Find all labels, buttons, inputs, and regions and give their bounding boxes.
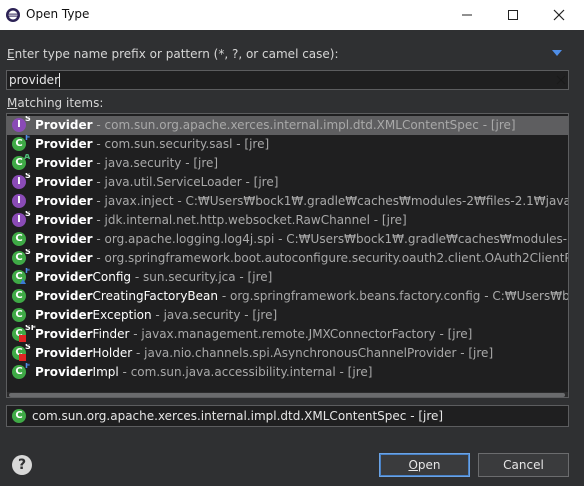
- list-item[interactable]: C F Provider - com.sun.security.sasl - [jr…: [7, 135, 568, 154]
- title-bar: Open Type: [0, 0, 584, 30]
- type-qualifier: - org.springframework.beans.factory.conf…: [221, 289, 568, 303]
- view-menu-icon[interactable]: [551, 49, 563, 57]
- class-icon: CF: [12, 268, 30, 284]
- close-icon: [553, 9, 565, 21]
- type-qualifier: - org.springframework.boot.autoconfigure…: [96, 251, 568, 265]
- type-name: ProviderException - java.security - [jre…: [35, 308, 278, 322]
- status-text: com.sun.org.apache.xerces.internal.impl.…: [32, 409, 444, 423]
- class-icon: C: [12, 409, 26, 423]
- help-icon[interactable]: ?: [12, 455, 32, 475]
- modifier-overlay-icon: S: [25, 249, 31, 256]
- modifier-overlay-icon: F: [25, 363, 31, 370]
- list-item[interactable]: C S ProviderHolder - java.nio.channels.spi…: [7, 344, 568, 363]
- interface-icon: IS: [12, 211, 31, 227]
- type-name: Provider - javax.inject - C:₩Users₩bock1…: [35, 194, 568, 208]
- type-name: ProviderConfig - sun.security.jca - [jre…: [35, 270, 273, 284]
- list-item[interactable]: C ProviderException - java.security - [jr…: [7, 306, 568, 325]
- type-name: Provider - java.util.ServiceLoader - [jr…: [35, 175, 279, 189]
- interface-icon: I: [12, 194, 26, 208]
- type-name: Provider - com.sun.org.apache.xerces.int…: [35, 118, 516, 132]
- interface-icon: IS: [12, 173, 31, 189]
- list-item[interactable]: C Provider - org.apache.logging.log4j.spi…: [7, 230, 568, 249]
- pattern-label: Enter type name prefix or pattern (*, ?,…: [7, 47, 339, 61]
- maximize-icon: [508, 10, 518, 20]
- clear-icon[interactable]: [555, 73, 567, 87]
- type-name: Provider - org.springframework.boot.auto…: [35, 251, 568, 265]
- class-icon: CS: [12, 344, 31, 361]
- open-button[interactable]: Open: [379, 453, 470, 477]
- cancel-button[interactable]: Cancel: [478, 453, 569, 477]
- type-name: ProviderHolder - java.nio.channels.spi.A…: [35, 346, 494, 360]
- class-icon: C: [12, 289, 26, 303]
- private-badge-icon: [19, 354, 26, 361]
- list-item[interactable]: I S Provider - jdk.internal.net.http.webso…: [7, 211, 568, 230]
- pattern-label-text: nter type name prefix or pattern (*, ?, …: [14, 47, 339, 61]
- search-field[interactable]: [6, 70, 569, 90]
- type-name: Provider - java.security - [jre]: [35, 156, 219, 170]
- list-item[interactable]: C F ProviderImpl - com.sun.java.accessibil…: [7, 363, 568, 382]
- type-qualifier: - jdk.internal.net.http.websocket.RawCha…: [92, 213, 407, 227]
- modifier-overlay-icon: S: [25, 344, 31, 351]
- modifier-overlay-icon: S: [25, 116, 31, 123]
- matching-label-mnemonic: M: [7, 96, 18, 110]
- type-name: Provider - jdk.internal.net.http.websock…: [35, 213, 407, 227]
- horizontal-scrollbar[interactable]: [7, 392, 568, 397]
- modifier-overlay-icon: F: [25, 268, 31, 275]
- modifier-overlay-icon: F: [25, 135, 31, 142]
- text-caret: [59, 73, 60, 87]
- type-name: ProviderFinder - javax.management.remote…: [35, 327, 473, 341]
- modifier-overlay-icon: S: [25, 173, 31, 180]
- class-icon: C: [12, 232, 26, 246]
- modifier-overlay-icon: A: [24, 154, 31, 161]
- class-icon: CF: [12, 363, 30, 379]
- search-input[interactable]: [9, 71, 549, 89]
- list-item[interactable]: C SF ProviderFinder - javax.management.rem…: [7, 325, 568, 344]
- private-badge-icon: [19, 335, 26, 342]
- type-qualifier: - com.sun.org.apache.xerces.internal.imp…: [92, 118, 516, 132]
- type-qualifier: - javax.inject - C:₩Users₩bock1₩.gradle₩…: [96, 194, 568, 208]
- modifier-overlay-icon: S: [25, 211, 31, 218]
- list-item[interactable]: C ProviderCreatingFactoryBean - org.sprin…: [7, 287, 568, 306]
- class-icon: CA: [12, 154, 30, 170]
- class-icon: C SF: [12, 325, 36, 342]
- type-name: Provider - com.sun.security.sasl - [jre]: [35, 137, 270, 151]
- class-icon: CS: [12, 249, 31, 265]
- open-button-mnemonic: O: [408, 458, 418, 472]
- list-item[interactable]: I S Provider - com.sun.org.apache.xerces.i…: [7, 116, 568, 135]
- type-name: ProviderImpl - com.sun.java.accessibilit…: [35, 365, 373, 379]
- list-item[interactable]: I Provider - javax.inject - C:₩Users₩bock…: [7, 192, 568, 211]
- type-qualifier: - java.security - [jre]: [151, 308, 278, 322]
- type-qualifier: - javax.management.remote.JMXConnectorFa…: [129, 327, 473, 341]
- type-qualifier: - java.util.ServiceLoader - [jre]: [92, 175, 279, 189]
- minimize-icon: [462, 14, 472, 16]
- scrollbar-thumb[interactable]: [9, 393, 565, 397]
- selection-status: C com.sun.org.apache.xerces.internal.imp…: [6, 405, 569, 427]
- pattern-label-mnemonic: E: [7, 47, 15, 61]
- type-name: Provider - org.apache.logging.log4j.spi …: [35, 232, 568, 246]
- interface-icon: IS: [12, 116, 31, 132]
- matching-items-list[interactable]: C F ProviderImpl - com.sun.java.accessibil…: [6, 113, 569, 398]
- list-item[interactable]: C A Provider - java.security - [jre]: [7, 154, 568, 173]
- list-item[interactable]: I S Provider - java.util.ServiceLoader - […: [7, 173, 568, 192]
- type-qualifier: - java.security - [jre]: [92, 156, 219, 170]
- eclipse-icon: [6, 8, 20, 22]
- window-title: Open Type: [26, 7, 90, 21]
- list-item[interactable]: C S Provider - org.springframework.boot.au…: [7, 249, 568, 268]
- minimize-button[interactable]: [444, 0, 490, 30]
- close-button[interactable]: [536, 0, 582, 30]
- maximize-button[interactable]: [490, 0, 536, 30]
- type-name: ProviderCreatingFactoryBean - org.spring…: [35, 289, 568, 303]
- type-qualifier: - sun.security.jca - [jre]: [131, 270, 273, 284]
- type-qualifier: - com.sun.java.accessibility.internal - …: [118, 365, 373, 379]
- protected-badge-icon: [20, 279, 26, 284]
- class-icon: CF: [12, 135, 30, 151]
- class-icon: C: [12, 308, 26, 322]
- open-button-label: pen: [417, 458, 441, 472]
- type-qualifier: - java.nio.channels.spi.AsynchronousChan…: [132, 346, 494, 360]
- list-item[interactable]: C F ProviderConfig - sun.security.jca - [j…: [7, 268, 568, 287]
- type-qualifier: - org.apache.logging.log4j.spi - C:₩User…: [96, 232, 568, 246]
- matching-items-label: Matching items:: [7, 96, 103, 110]
- matching-label-text: atching items:: [17, 96, 104, 110]
- type-qualifier: - com.sun.security.sasl - [jre]: [92, 137, 270, 151]
